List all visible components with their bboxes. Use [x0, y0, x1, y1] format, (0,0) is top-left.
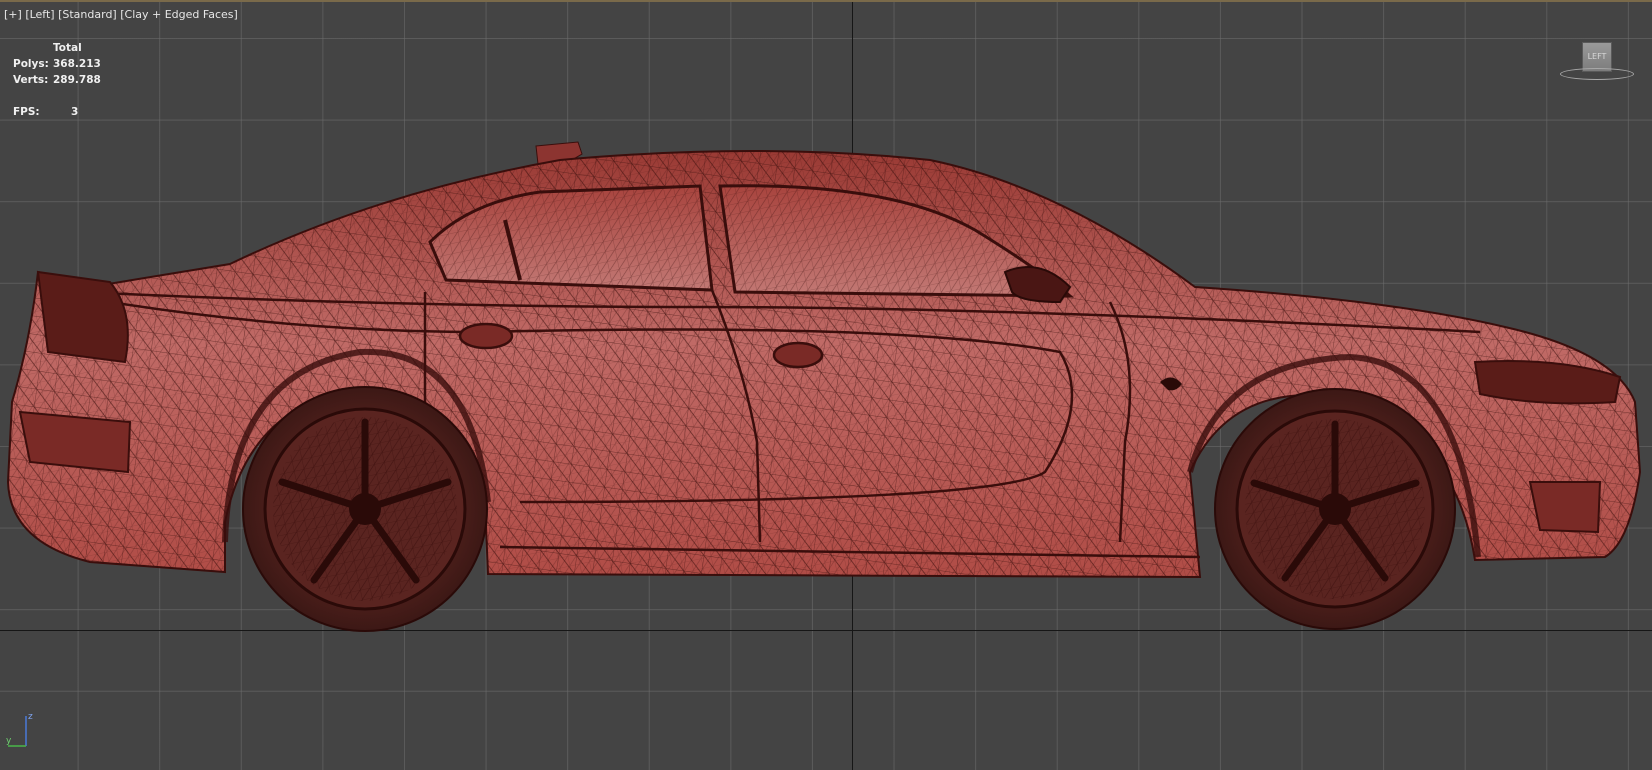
viewcube-compass-ring[interactable] [1560, 68, 1634, 80]
viewport-left[interactable]: [+] [Left] [Standard] [Clay + Edged Face… [0, 0, 1652, 770]
car-model-wireframe[interactable] [0, 2, 1652, 770]
viewcube[interactable]: LEFT [1558, 40, 1638, 82]
z-axis-label: z [28, 712, 33, 722]
y-axis-label: y [6, 736, 12, 746]
axis-tripod-gizmo: z y [6, 712, 33, 747]
rear-wheel [242, 386, 488, 632]
front-wheel [1214, 388, 1456, 630]
